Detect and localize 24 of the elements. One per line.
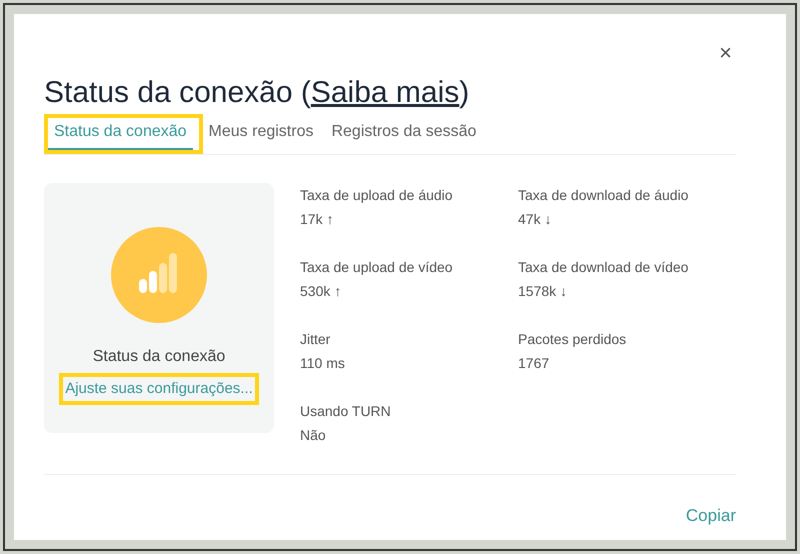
stat-value: 1767 [518, 354, 550, 372]
status-label: Status da conexão [92, 346, 226, 366]
settings-link[interactable]: Ajuste suas configurações... [63, 376, 255, 401]
stat-label: Taxa de download de áudio [518, 186, 690, 204]
stat-value: 110 ms [300, 354, 346, 372]
stat-value: Não [300, 426, 327, 444]
stat-label: Usando TURN [300, 402, 392, 420]
tab[interactable]: Meus registros [202, 118, 320, 150]
stat-label: Taxa de upload de áudio [300, 186, 454, 205]
stat-label: Pacotes perdidos [518, 330, 628, 349]
tab[interactable]: Registros da sessão [325, 118, 482, 150]
stat-value: 17k ↑ [300, 210, 334, 228]
stat-label: Jitter [300, 330, 332, 348]
learn-more-link[interactable]: Saiba mais [310, 76, 460, 109]
signal-icon [111, 226, 207, 322]
dialog-title: Status da conexão (Saiba mais) [44, 75, 470, 111]
stat-value: 47k ↓ [518, 210, 552, 228]
stat-label: Taxa de download de vídeo [518, 258, 690, 276]
stat-value: 530k ↑ [300, 282, 342, 300]
tab[interactable]: Status da conexão [48, 118, 193, 150]
stat-value: 1578k ↓ [518, 282, 568, 300]
copy-button[interactable]: Copiar [686, 502, 736, 528]
close-button[interactable]: × [719, 42, 732, 64]
stat-label: Taxa de upload de vídeo [300, 258, 454, 277]
